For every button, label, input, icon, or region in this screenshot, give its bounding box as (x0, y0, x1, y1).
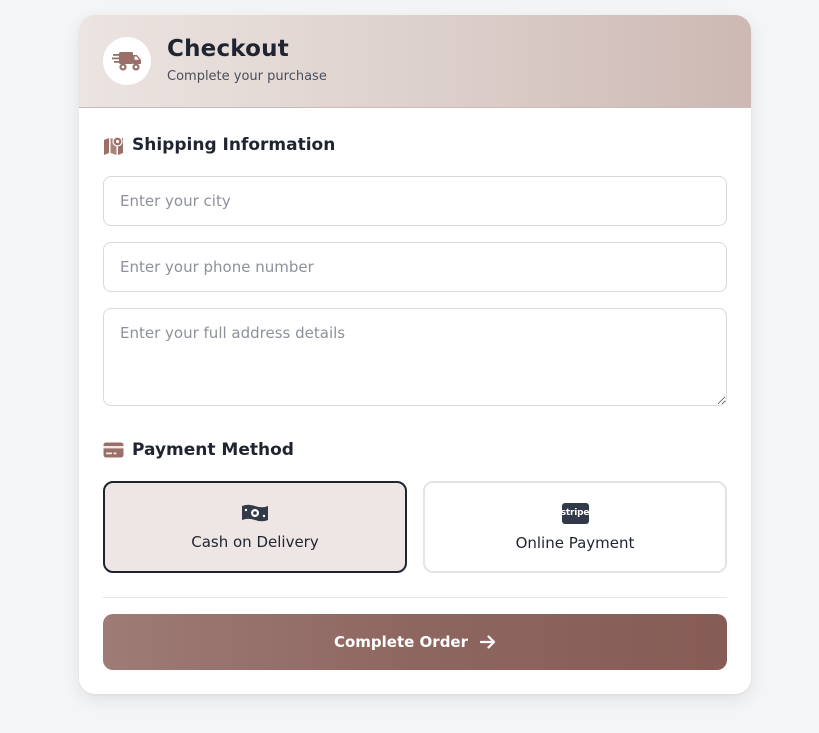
credit-card-icon (103, 442, 124, 458)
payment-section-title: Payment Method (103, 440, 294, 460)
arrow-right-icon (480, 635, 496, 649)
checkout-card: Checkout Complete your purchase Shipping… (79, 15, 751, 694)
address-textarea[interactable] (103, 308, 727, 406)
shipping-section-label: Shipping Information (132, 135, 336, 155)
header-icon-circle (103, 37, 151, 85)
payment-section-label: Payment Method (132, 440, 294, 460)
money-bill-icon (242, 504, 268, 522)
page-title: Checkout (167, 36, 289, 62)
stripe-icon: stripe (561, 502, 589, 524)
map-icon (104, 135, 123, 155)
checkout-header: Checkout Complete your purchase (79, 15, 751, 108)
payment-option-label: Online Payment (515, 533, 635, 552)
city-input[interactable] (103, 176, 727, 226)
payment-option-cash-on-delivery[interactable]: Cash on Delivery (103, 481, 407, 573)
payment-option-online-payment[interactable]: stripe Online Payment (423, 481, 727, 573)
section-divider (103, 597, 727, 598)
complete-order-button[interactable]: Complete Order (103, 614, 727, 670)
shipping-section-title: Shipping Information (103, 135, 335, 155)
payment-option-label: Cash on Delivery (191, 533, 319, 551)
truck-icon (112, 52, 141, 71)
page-subtitle: Complete your purchase (167, 69, 327, 84)
complete-order-label: Complete Order (333, 633, 469, 651)
phone-input[interactable] (103, 242, 727, 292)
